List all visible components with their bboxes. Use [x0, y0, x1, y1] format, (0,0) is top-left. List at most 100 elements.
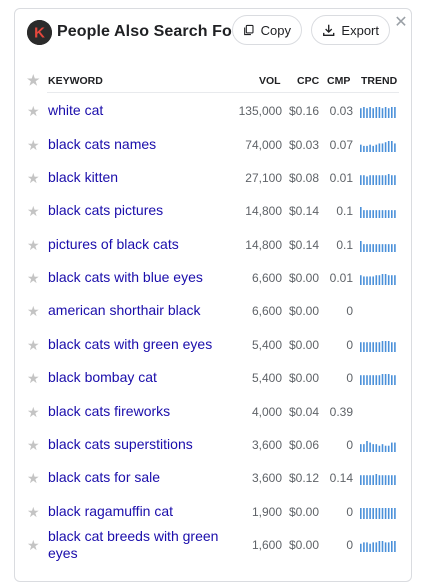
cmp-value: 0.39	[329, 405, 353, 419]
trend-bar	[394, 143, 396, 152]
favorite-star-icon[interactable]: ★	[27, 271, 40, 285]
header-divider	[47, 92, 399, 93]
close-icon[interactable]: ✕	[392, 13, 410, 33]
trend-bar	[381, 541, 384, 552]
keyword-link[interactable]: black cats names	[48, 136, 228, 153]
vol-value: 5,400	[251, 371, 282, 385]
keyword-link[interactable]: black cats with blue eyes	[48, 269, 228, 286]
keyword-link[interactable]: black cats for sale	[48, 469, 228, 486]
vol-value: 74,000	[245, 138, 282, 152]
trend-bar	[366, 145, 368, 152]
keyword-link[interactable]: black kitten	[48, 169, 228, 186]
favorite-star-icon[interactable]: ★	[27, 438, 40, 452]
favorite-star-icon[interactable]: ★	[27, 338, 40, 352]
cpc-value: $0.03	[288, 138, 319, 152]
trend-bar	[387, 475, 390, 485]
column-cmp[interactable]: CMP	[327, 75, 350, 87]
column-keyword[interactable]: KEYWORD	[48, 75, 103, 87]
trend-bar	[391, 141, 393, 152]
trend-bar	[387, 445, 390, 452]
vol-value: 1,900	[251, 505, 282, 519]
favorite-star-icon[interactable]: ★	[27, 138, 40, 152]
trend-bar	[387, 244, 390, 252]
column-vol[interactable]: VOL	[259, 75, 281, 87]
trend-sparkline	[360, 373, 398, 385]
keywords-everywhere-logo: K	[27, 20, 52, 45]
trend-bar	[369, 276, 371, 285]
trend-bar	[381, 274, 384, 285]
trend-bar	[378, 175, 381, 185]
copy-button[interactable]: Copy	[232, 15, 302, 45]
trend-bar	[360, 375, 362, 385]
column-cpc[interactable]: CPC	[297, 75, 319, 87]
copy-icon	[244, 24, 254, 36]
vol-value: 5,400	[251, 338, 282, 352]
trend-bar	[394, 342, 396, 352]
keyword-link[interactable]: black bombay cat	[48, 369, 228, 386]
trend-bar	[384, 107, 387, 118]
trend-bar	[384, 374, 387, 385]
favorite-star-icon[interactable]: ★	[27, 104, 40, 118]
trend-bar	[391, 508, 393, 519]
vol-value: 14,800	[245, 204, 282, 218]
keyword-link[interactable]: black cats pictures	[48, 202, 228, 219]
trend-bar	[369, 244, 371, 252]
cmp-value: 0	[346, 438, 353, 452]
trend-bar	[387, 542, 390, 552]
trend-bar	[384, 341, 387, 352]
trend-bar	[366, 542, 368, 552]
trend-bar	[378, 210, 381, 218]
trend-bar	[360, 543, 362, 552]
trend-bar	[360, 207, 362, 218]
header-star-icon[interactable]: ★	[27, 72, 40, 89]
cmp-value: 0.1	[336, 204, 353, 218]
favorite-star-icon[interactable]: ★	[27, 405, 40, 419]
keyword-link[interactable]: black cats with green eyes	[48, 336, 228, 353]
trend-bar	[391, 175, 393, 185]
copy-button-label: Copy	[260, 22, 291, 38]
favorite-star-icon[interactable]: ★	[27, 171, 40, 185]
trend-bar	[384, 244, 387, 252]
trend-sparkline	[360, 273, 398, 285]
trend-bar	[363, 107, 365, 118]
keyword-link[interactable]: pictures of black cats	[48, 236, 228, 253]
trend-bar	[369, 375, 371, 385]
trend-bar	[372, 542, 374, 552]
favorite-star-icon[interactable]: ★	[27, 538, 40, 552]
trend-bar	[378, 342, 381, 352]
export-button[interactable]: Export	[311, 15, 390, 45]
trend-bar	[387, 108, 390, 118]
keyword-link[interactable]: black ragamuffin cat	[48, 503, 228, 520]
keyword-link[interactable]: white cat	[48, 102, 228, 119]
cmp-value: 0	[346, 338, 353, 352]
keyword-link[interactable]: black cats fireworks	[48, 403, 228, 420]
trend-bar	[360, 241, 362, 252]
cmp-value: 0.01	[329, 171, 353, 185]
trend-bar	[366, 342, 368, 352]
trend-sparkline	[360, 340, 398, 352]
vol-value: 1,600	[251, 538, 282, 552]
favorite-star-icon[interactable]: ★	[27, 304, 40, 318]
favorite-star-icon[interactable]: ★	[27, 204, 40, 218]
trend-bar	[369, 442, 371, 452]
cpc-value: $0.14	[288, 204, 319, 218]
keyword-link[interactable]: black cats superstitions	[48, 436, 228, 453]
download-icon	[323, 24, 335, 36]
trend-bar	[369, 107, 371, 118]
favorite-star-icon[interactable]: ★	[27, 471, 40, 485]
keyword-link[interactable]: american shorthair black	[48, 302, 228, 319]
favorite-star-icon[interactable]: ★	[27, 505, 40, 519]
column-trend[interactable]: TREND	[361, 75, 397, 87]
trend-bar	[360, 144, 362, 152]
trend-sparkline	[360, 473, 398, 485]
trend-bar	[384, 210, 387, 218]
trend-bar	[394, 275, 396, 285]
trend-bar	[391, 375, 393, 385]
favorite-star-icon[interactable]: ★	[27, 371, 40, 385]
favorite-star-icon[interactable]: ★	[27, 238, 40, 252]
keyword-link[interactable]: black cat breeds with green eyes	[48, 528, 228, 562]
cpc-value: $0.00	[288, 538, 319, 552]
trend-bar	[363, 542, 365, 552]
trend-sparkline	[360, 206, 398, 218]
trend-bar	[363, 444, 365, 452]
